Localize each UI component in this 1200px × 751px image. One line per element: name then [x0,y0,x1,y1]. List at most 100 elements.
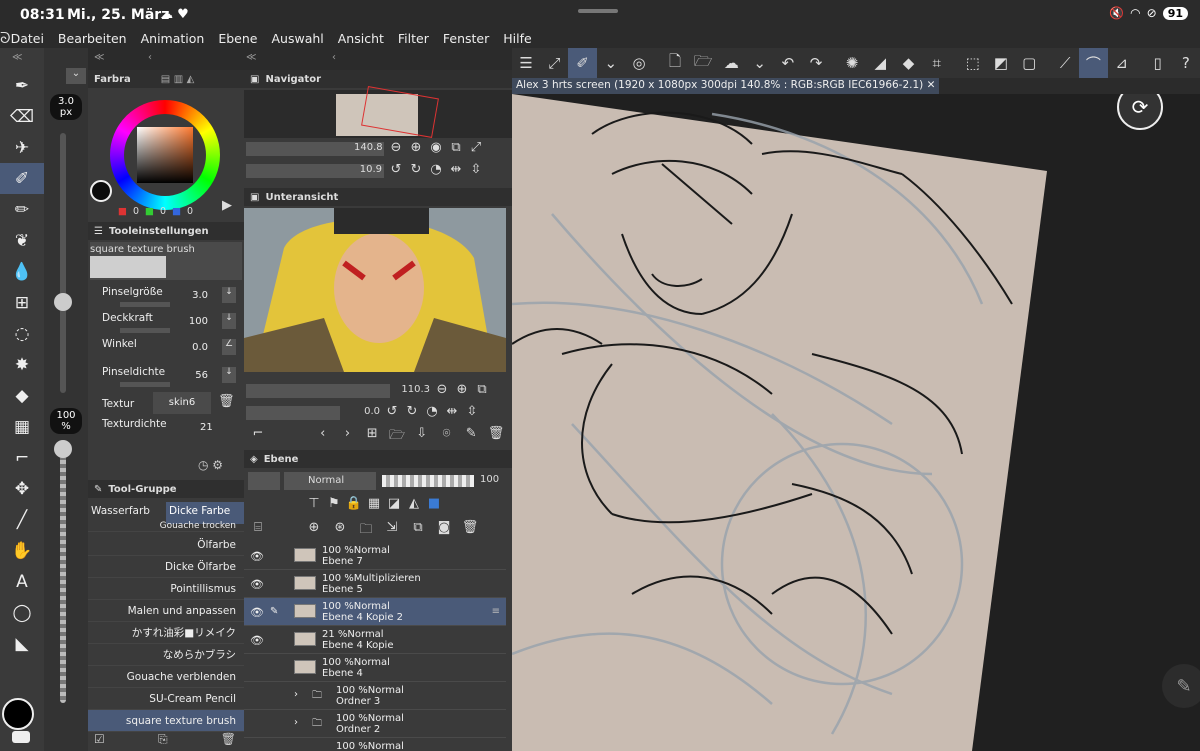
grid-icon[interactable]: ⊞ [362,426,382,448]
color-mode-icon[interactable]: ▶ [222,198,232,213]
new-file-icon[interactable]: 🗋 [661,48,689,78]
zoom-in-icon[interactable]: ⊕ [452,382,472,397]
reset-settings-icon[interactable]: ◷ ⚙ [198,458,223,472]
menu-ansicht[interactable]: Ansicht [338,31,384,46]
multitask-grabber[interactable] [578,9,618,13]
close-icon[interactable]: ✕ [927,79,936,91]
trash-icon[interactable]: 🗑 [218,394,235,409]
clip-icon[interactable]: ⊤ [304,496,324,511]
texture-select[interactable]: skin6 [153,392,211,414]
angle-row[interactable]: Winkel 0.0 ∠ [88,334,244,362]
lock-alpha-icon[interactable]: ▦ [364,496,384,511]
pressure-icon[interactable]: ↓ [222,287,236,303]
eraser-tool-icon[interactable]: ⌫ [0,101,44,132]
color-wheel[interactable] [110,100,220,210]
expand-icon[interactable]: ⤢ [540,48,568,78]
eye-icon[interactable]: 👁 [250,550,264,563]
sub-rotate-slider[interactable] [246,406,340,420]
eraser-selection-icon[interactable]: ◢ [866,48,894,78]
line-tool-icon[interactable]: ╱ [0,504,44,535]
stabilizer-icon[interactable]: ⌒ [1079,48,1108,78]
text-tool-icon[interactable]: A [0,566,44,597]
actual-size-icon[interactable]: ⧉ [472,382,492,397]
flip-h-icon[interactable]: ⇹ [442,404,462,419]
open-folder-icon[interactable]: 🗁 [387,426,407,448]
mesh-tool-icon[interactable]: ⊞ [0,287,44,318]
brush-item[interactable]: かすれ油彩■リメイク [88,622,244,644]
rotate-left-icon[interactable]: ↺ [386,162,406,177]
reference-image[interactable] [244,208,506,372]
reset-rotate-icon[interactable]: ◔ [426,162,446,177]
airbrush-tool-icon[interactable]: ✈ [0,132,44,163]
menu-datei[interactable]: Datei [11,31,44,46]
size-slider-knob[interactable] [54,293,72,311]
eyedropper-icon[interactable]: ⌐ [248,426,268,448]
transform-icon[interactable]: ⌗ [923,48,951,78]
flip-v-icon[interactable]: ⇳ [462,404,482,419]
folder-row[interactable]: › 🗀 100 %Normal Ordner 2 [244,710,506,738]
eye-icon[interactable]: 👁 [250,634,264,647]
opacity-slider-knob[interactable] [54,440,72,458]
ruler-layer-icon[interactable]: ◭ [404,496,424,511]
chevron-right-icon[interactable]: › [294,717,298,728]
help-icon[interactable]: ? [1172,48,1200,78]
navigator-preview[interactable] [244,86,512,138]
opacity-slider[interactable] [60,448,66,703]
invert-selection-icon[interactable]: ◩ [987,48,1015,78]
eye-icon[interactable]: 👁 [250,578,264,591]
selection-border-icon[interactable]: ▢ [1015,48,1043,78]
pressure-icon[interactable]: ↓ [222,313,236,329]
menu-hilfe[interactable]: Hilfe [503,31,531,46]
deselect-icon[interactable]: ⬚ [959,48,987,78]
settings-icon[interactable]: ☑ [94,732,105,747]
brush-item[interactable]: Gouache trocken [88,520,244,532]
brush-mode-icon[interactable]: ✐ [568,48,597,78]
gradient-tool-icon[interactable]: ▦ [0,411,44,442]
actual-size-icon[interactable]: ⧉ [446,140,466,155]
menu-bearbeiten[interactable]: Bearbeiten [58,31,127,46]
reset-rotate-icon[interactable]: ◔ [422,404,442,419]
menu-animation[interactable]: Animation [141,31,205,46]
flip-h-icon[interactable]: ⇹ [446,162,466,177]
menu-auswahl[interactable]: Auswahl [271,31,323,46]
angle-icon[interactable]: ∠ [222,339,236,355]
pressure-icon[interactable]: ↓ [222,367,236,383]
redo-icon[interactable]: ↷ [802,48,830,78]
panel-collapse-icon[interactable]: ≪ [246,52,256,63]
zoom-out-icon[interactable]: ⊖ [432,382,452,397]
rotate-right-icon[interactable]: ↻ [402,404,422,419]
hand-tool-icon[interactable]: ✋ [0,535,44,566]
brush-item[interactable]: Malen und anpassen [88,600,244,622]
mask-icon[interactable]: ◪ [384,496,404,511]
open-folder-icon[interactable]: 🗁 [689,48,717,78]
chevron-right-icon[interactable]: › [338,426,358,448]
panel-nav-left-icon[interactable]: ‹ [148,52,152,63]
chevron-down-icon[interactable]: ⌄ [746,48,774,78]
artwork-canvas[interactable] [512,94,1200,751]
layer-opacity-slider[interactable] [382,475,474,487]
sub-zoom-slider[interactable] [246,384,390,398]
rotate-right-icon[interactable]: ↻ [406,162,426,177]
new-folder-icon[interactable]: 🗀 [356,520,376,542]
fill-icon[interactable]: ◆ [894,48,922,78]
canvas-area[interactable]: ⟳ ✎ [512,94,1200,751]
decoration-tool-icon[interactable]: ❦ [0,225,44,256]
trash-icon[interactable]: 🗑 [460,520,480,542]
undo-icon[interactable]: ↶ [774,48,802,78]
layer-menu-icon[interactable]: ⌸ [248,520,268,542]
brush-preview[interactable]: square texture brush [90,242,242,280]
blend-tool-icon[interactable]: 💧 [0,256,44,287]
chevron-down-icon[interactable]: ⌄ [597,48,625,78]
layer-row[interactable]: 100 %Normal Ebene 4 [244,654,506,682]
folder-row[interactable]: › 🗀 100 %Normal Ordner 3 [244,682,506,710]
panel-nav-left-icon[interactable]: ‹ [332,52,336,63]
main-color-swatch[interactable] [2,698,34,730]
panel-collapse-icon[interactable]: ≪ [0,48,44,70]
brush-item[interactable]: SU-Cream Pencil [88,688,244,710]
layer-row[interactable]: 👁 21 %Normal Ebene 4 Kopie [244,626,506,654]
loading-icon[interactable]: ✺ [838,48,866,78]
camera-icon[interactable]: ⌾ [437,426,457,448]
pencil-tool-icon[interactable]: ✏ [0,194,44,225]
blend-mode-select[interactable]: Normal [284,472,376,490]
folder-row[interactable]: 100 %Normal [244,738,506,751]
